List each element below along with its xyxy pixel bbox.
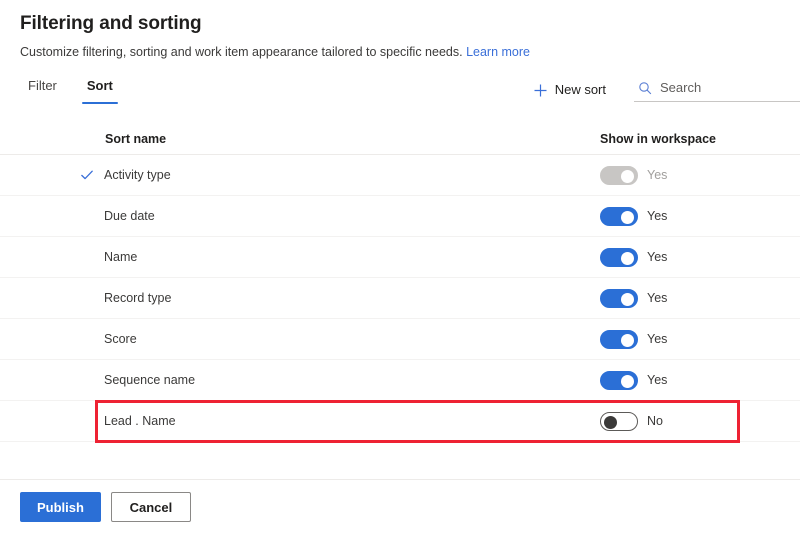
table-row[interactable]: Activity type Yes [0, 155, 800, 196]
row-sort-name: Record type [0, 291, 600, 305]
learn-more-link[interactable]: Learn more [466, 45, 530, 59]
show-in-workspace-toggle[interactable] [600, 247, 638, 267]
row-sort-name-label: Due date [104, 209, 155, 223]
page-title: Filtering and sorting [20, 13, 202, 34]
show-in-workspace-toggle[interactable] [600, 206, 638, 226]
toggle-knob [621, 169, 634, 183]
row-sort-name-label: Name [104, 250, 138, 264]
row-show-in-workspace: Yes [600, 165, 800, 185]
new-sort-label: New sort [554, 82, 606, 97]
toggle-knob [621, 374, 634, 388]
show-in-workspace-toggle[interactable] [600, 411, 638, 431]
row-sort-name: Score [0, 332, 600, 346]
tab-sort[interactable]: Sort [79, 78, 121, 104]
toggle-state-label: Yes [647, 209, 668, 223]
toggle-state-label: Yes [647, 291, 668, 305]
row-sort-name-label: Lead . Name [104, 414, 176, 428]
toggle-knob [621, 292, 634, 306]
search-input[interactable] [660, 80, 798, 95]
row-sort-name: Activity type [0, 168, 600, 182]
toggle-state-label: Yes [647, 373, 668, 387]
sort-table: Sort name Show in workspace Activity typ… [0, 124, 800, 442]
row-sort-name-label: Sequence name [104, 373, 196, 387]
command-bar: Filter Sort New sort [0, 78, 800, 120]
show-in-workspace-toggle[interactable] [600, 370, 638, 390]
cancel-button[interactable]: Cancel [110, 492, 191, 522]
plus-icon [533, 83, 548, 98]
page-subtitle: Customize filtering, sorting and work it… [20, 44, 780, 60]
column-header-sort-name: Sort name [105, 132, 167, 146]
table-row[interactable]: Due date Yes [0, 196, 800, 237]
show-in-workspace-toggle [600, 165, 638, 185]
toggle-knob [604, 415, 617, 429]
tab-filter[interactable]: Filter [20, 78, 65, 104]
toggle-state-label: No [647, 414, 663, 428]
row-show-in-workspace: Yes [600, 247, 800, 267]
show-in-workspace-toggle[interactable] [600, 288, 638, 308]
table-body: Activity type Yes Due date Yes Name Yes Record… [0, 155, 800, 442]
table-row[interactable]: Score Yes [0, 319, 800, 360]
row-sort-name: Due date [0, 209, 600, 223]
page-header: Filtering and sorting Customize filterin… [0, 0, 800, 60]
table-header-row: Sort name Show in workspace [0, 124, 800, 155]
footer-action-bar: Publish Cancel [0, 479, 800, 534]
row-sort-name: Sequence name [0, 373, 600, 387]
row-show-in-workspace: Yes [600, 288, 800, 308]
table-row[interactable]: Sequence name Yes [0, 360, 800, 401]
row-sort-name: Lead . Name [0, 414, 600, 428]
row-show-in-workspace: No [600, 411, 800, 431]
table-row[interactable]: Name Yes [0, 237, 800, 278]
row-sort-name-label: Record type [104, 291, 172, 305]
new-sort-button[interactable]: New sort [529, 78, 616, 102]
row-sort-name-label: Activity type [104, 168, 171, 182]
table-row[interactable]: Record type Yes [0, 278, 800, 319]
show-in-workspace-toggle[interactable] [600, 329, 638, 349]
toggle-knob [621, 333, 634, 347]
toggle-state-label: Yes [647, 168, 668, 182]
search-icon [638, 81, 652, 95]
tab-list: Filter Sort [20, 78, 135, 104]
toggle-knob [621, 251, 634, 265]
toggle-state-label: Yes [647, 332, 668, 346]
row-show-in-workspace: Yes [600, 370, 800, 390]
toggle-knob [621, 210, 634, 224]
search-box[interactable] [634, 78, 800, 102]
command-bar-actions: New sort [529, 78, 800, 102]
check-icon [78, 168, 96, 182]
table-row[interactable]: Lead . Name No [0, 401, 800, 442]
row-show-in-workspace: Yes [600, 329, 800, 349]
publish-button[interactable]: Publish [20, 492, 101, 522]
toggle-state-label: Yes [647, 250, 668, 264]
column-header-show-in-workspace: Show in workspace [600, 132, 717, 146]
page-subtitle-text: Customize filtering, sorting and work it… [20, 45, 463, 59]
row-sort-name: Name [0, 250, 600, 264]
row-sort-name-label: Score [104, 332, 137, 346]
row-show-in-workspace: Yes [600, 206, 800, 226]
